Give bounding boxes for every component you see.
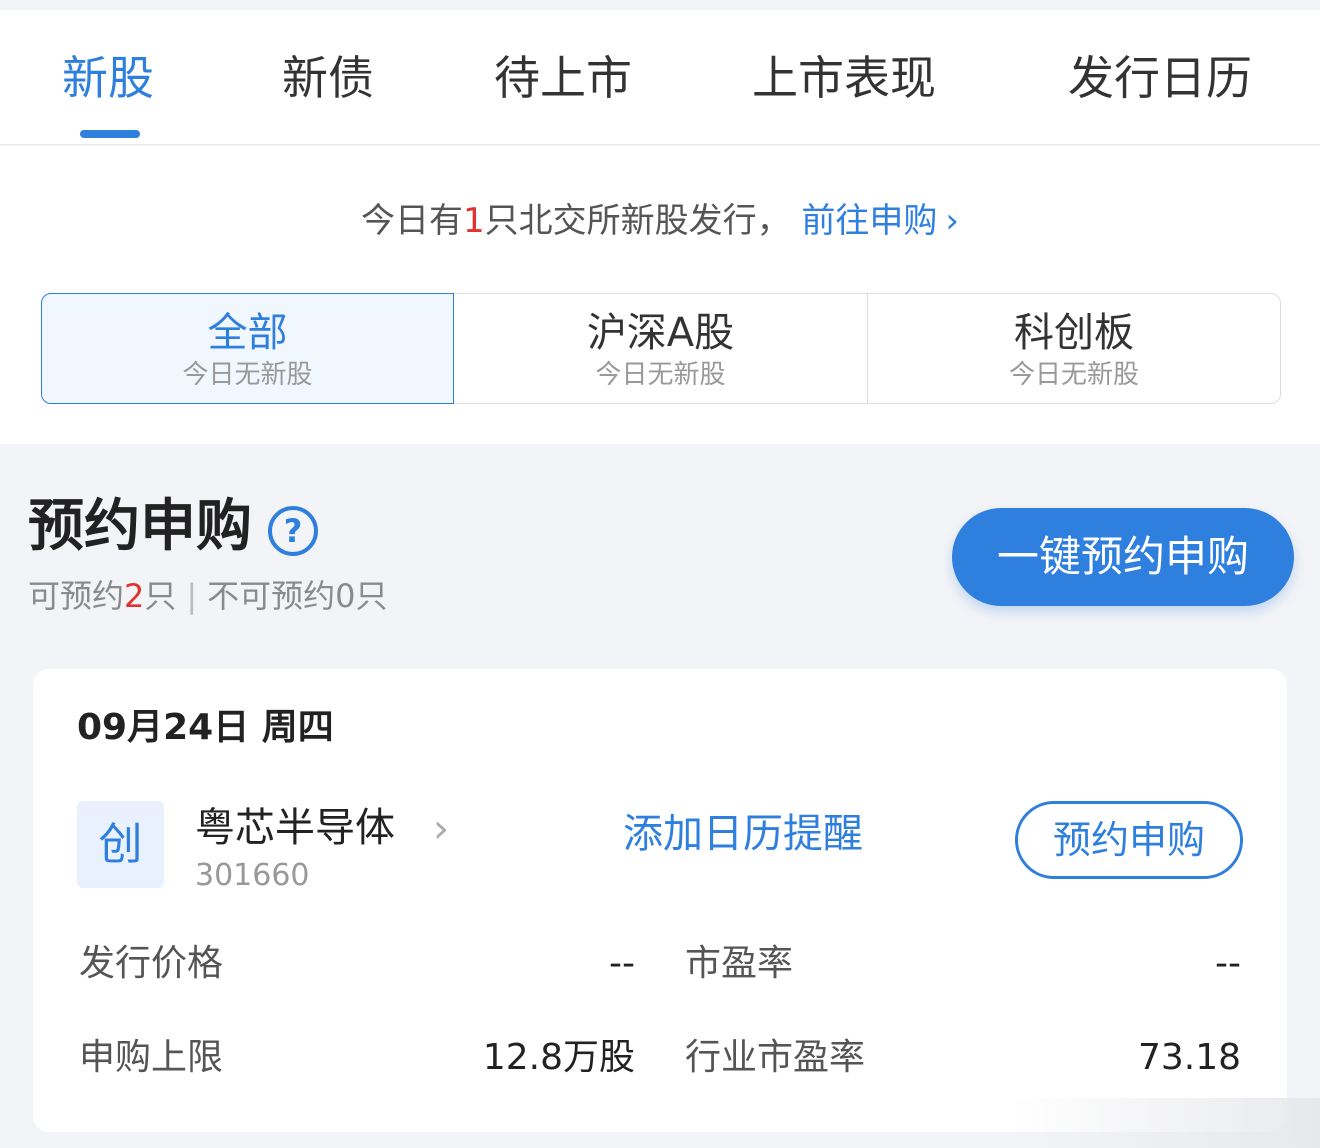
- available-count: 2: [124, 577, 145, 615]
- segment-sh-sz-a[interactable]: 沪深A股 今日无新股: [453, 293, 868, 404]
- pe-label: 市盈率: [685, 943, 794, 984]
- notice-suffix: 只北交所新股发行，: [484, 201, 791, 241]
- notice-prefix: 今日有: [360, 201, 463, 241]
- unavailable-count: 不可预约0只: [207, 577, 388, 615]
- chevron-right-icon[interactable]: ›: [945, 198, 959, 244]
- tab-listing-performance[interactable]: 上市表现: [752, 48, 936, 108]
- available-suffix: 只: [144, 577, 177, 615]
- pe-value: --: [1215, 943, 1241, 984]
- divider: |: [186, 577, 198, 615]
- status-strip: [0, 0, 1320, 10]
- one-key-reserve-button[interactable]: 一键预约申购: [952, 508, 1294, 606]
- ipo-card: 09月24日 周四 创 粤芯半导体 › 301660 添加日历提醒 预约申购 发…: [33, 669, 1287, 1132]
- notice-banner: 今日有1只北交所新股发行， 前往申购 ›: [0, 198, 1320, 244]
- notice-count: 1: [462, 201, 485, 241]
- filter-area: 今日有1只北交所新股发行， 前往申购 › 全部 今日无新股 沪深A股 今日无新股 …: [0, 146, 1320, 444]
- tab-new-stock[interactable]: 新股: [62, 48, 154, 108]
- bottom-fade: [1010, 1098, 1320, 1148]
- segment-title: 沪深A股: [586, 310, 735, 356]
- active-tab-indicator: [80, 130, 140, 138]
- add-calendar-reminder-link[interactable]: 添加日历提醒: [623, 809, 863, 859]
- board-badge: 创: [77, 801, 164, 888]
- issue-price-label: 发行价格: [79, 943, 224, 984]
- card-date: 09月24日 周四: [77, 707, 334, 748]
- top-tab-bar: 新股 新债 待上市 上市表现 发行日历: [0, 10, 1320, 145]
- segment-subtitle: 今日无新股: [595, 360, 726, 390]
- subscription-limit-label: 申购上限: [79, 1037, 224, 1078]
- go-subscribe-link[interactable]: 前往申购: [801, 201, 937, 241]
- segment-all[interactable]: 全部 今日无新股: [41, 293, 454, 404]
- subscription-limit-value: 12.8万股: [482, 1037, 635, 1078]
- reserve-summary: 可预约2只 | 不可预约0只: [28, 576, 388, 616]
- tab-new-bond[interactable]: 新债: [282, 48, 374, 108]
- industry-pe-label: 行业市盈率: [685, 1037, 866, 1078]
- segment-title: 科创板: [1014, 310, 1134, 356]
- segment-subtitle: 今日无新股: [182, 360, 313, 390]
- industry-pe-value: 73.18: [1137, 1037, 1241, 1078]
- section-title: 预约申购: [28, 494, 252, 559]
- reserve-button[interactable]: 预约申购: [1015, 801, 1243, 879]
- segment-star-market[interactable]: 科创板 今日无新股: [867, 293, 1281, 404]
- stock-code: 301660: [195, 858, 310, 893]
- issue-price-value: --: [609, 943, 635, 984]
- stock-name-link[interactable]: 粤芯半导体: [195, 803, 395, 853]
- segment-title: 全部: [207, 310, 288, 356]
- tab-pending-listing[interactable]: 待上市: [494, 48, 632, 108]
- help-icon[interactable]: ?: [268, 506, 318, 556]
- available-prefix: 可预约: [28, 577, 125, 615]
- segment-subtitle: 今日无新股: [1008, 360, 1139, 390]
- tab-issue-calendar[interactable]: 发行日历: [1068, 48, 1252, 108]
- chevron-right-icon[interactable]: ›: [433, 807, 449, 851]
